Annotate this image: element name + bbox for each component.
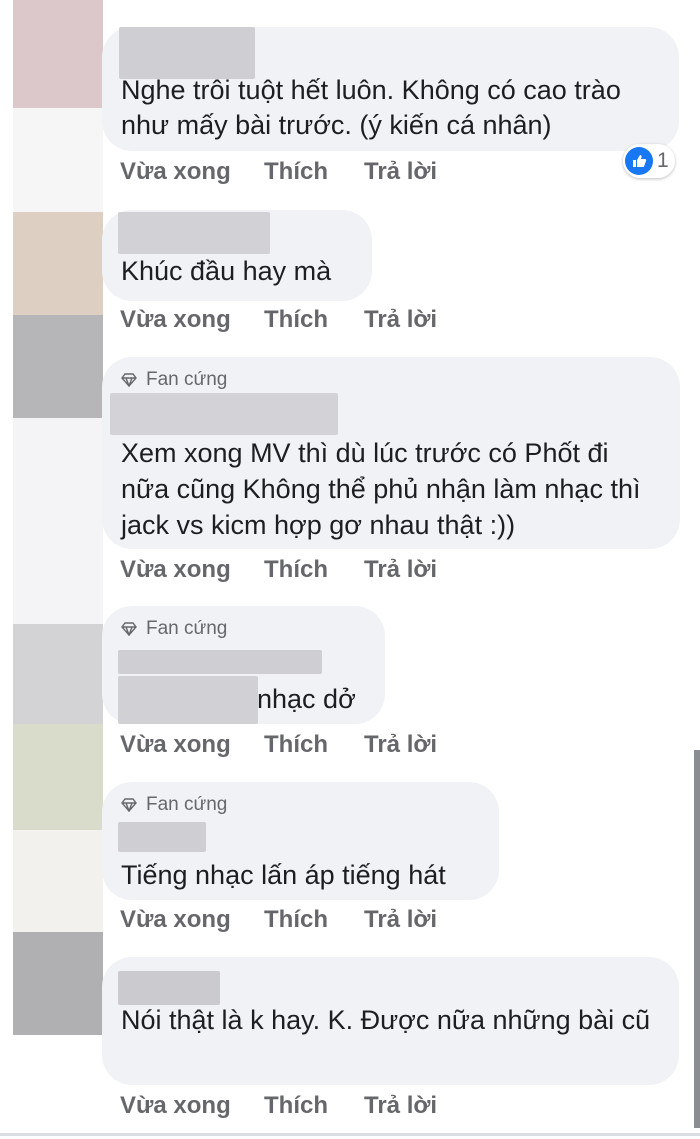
badge-label: Fan cứng	[146, 794, 228, 815]
avatar[interactable]	[13, 0, 103, 108]
avatar[interactable]	[13, 212, 103, 315]
like-button[interactable]: Thích	[264, 556, 364, 584]
timestamp[interactable]: Vừa xong	[120, 306, 264, 334]
timestamp[interactable]: Vừa xong	[120, 906, 264, 934]
comment-actions: Vừa xong Thích Trả lời	[120, 556, 437, 584]
avatar[interactable]	[13, 932, 103, 1035]
commenter-name[interactable]	[118, 212, 270, 254]
like-button[interactable]: Thích	[264, 306, 364, 334]
top-fan-badge: Fan cứng	[121, 794, 479, 816]
comment-bubble: Fan cứng Tiếng nhạc lấn áp tiếng hát	[102, 782, 499, 900]
reply-button[interactable]: Trả lời	[364, 906, 437, 934]
commenter-name[interactable]	[118, 650, 322, 674]
avatar	[13, 418, 103, 624]
comment-actions: Vừa xong Thích Trả lời	[120, 158, 437, 186]
reply-button[interactable]: Trả lời	[364, 731, 437, 759]
avatar[interactable]	[13, 724, 103, 830]
commenter-name[interactable]	[119, 27, 255, 79]
blurred-text	[118, 676, 258, 724]
commenter-name[interactable]	[118, 822, 206, 852]
comment-bubble: Khúc đầu hay mà	[102, 210, 372, 301]
comment-actions: Vừa xong Thích Trả lời	[120, 731, 437, 759]
like-button[interactable]: Thích	[264, 1092, 364, 1120]
comment-bubble: Nói thật là k hay. K. Được nữa những bài…	[102, 957, 679, 1085]
diamond-icon	[121, 798, 137, 812]
comment-actions: Vừa xong Thích Trả lời	[120, 1092, 437, 1120]
comment-bubble: Fan cứng nhạc dở	[102, 606, 385, 724]
timestamp[interactable]: Vừa xong	[120, 1092, 264, 1120]
timestamp[interactable]: Vừa xong	[120, 158, 264, 186]
timestamp[interactable]: Vừa xong	[120, 556, 264, 584]
like-button[interactable]: Thích	[264, 158, 364, 186]
comment-bubble: Nghe trôi tuột hết luôn. Không có cao tr…	[102, 27, 679, 151]
avatar	[13, 830, 103, 932]
reaction-summary[interactable]: 1	[623, 144, 675, 178]
comment-actions: Vừa xong Thích Trả lời	[120, 306, 437, 334]
avatar	[13, 108, 103, 212]
like-button[interactable]: Thích	[264, 906, 364, 934]
like-icon	[625, 147, 653, 175]
diamond-icon	[121, 622, 137, 636]
comment-actions: Vừa xong Thích Trả lời	[120, 906, 437, 934]
top-fan-badge: Fan cứng	[121, 618, 365, 640]
comment-text: nhạc dở	[257, 684, 356, 714]
timestamp[interactable]: Vừa xong	[120, 731, 264, 759]
scrollbar[interactable]	[694, 750, 700, 1128]
reply-button[interactable]: Trả lời	[364, 158, 437, 186]
reaction-count: 1	[657, 149, 669, 172]
reply-button[interactable]: Trả lời	[364, 306, 437, 334]
comment-bubble: Fan cứng Xem xong MV thì dù lúc trước có…	[102, 357, 680, 549]
diamond-icon	[121, 373, 137, 387]
badge-label: Fan cứng	[146, 618, 228, 639]
top-fan-badge: Fan cứng	[121, 369, 660, 391]
commenter-name[interactable]	[118, 971, 220, 1005]
reply-button[interactable]: Trả lời	[364, 556, 437, 584]
badge-label: Fan cứng	[146, 369, 228, 390]
avatar[interactable]	[13, 624, 103, 724]
like-button[interactable]: Thích	[264, 731, 364, 759]
commenter-name[interactable]	[110, 393, 338, 435]
reply-button[interactable]: Trả lời	[364, 1092, 437, 1120]
divider	[0, 1133, 700, 1136]
avatar[interactable]	[13, 315, 103, 418]
